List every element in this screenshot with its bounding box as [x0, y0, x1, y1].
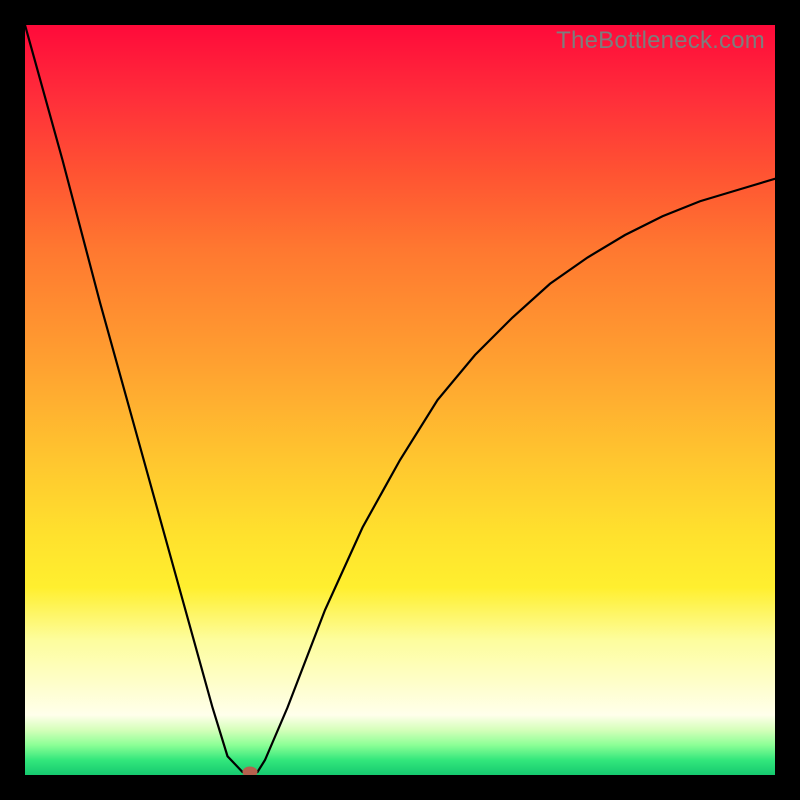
curve-path — [25, 25, 775, 772]
marker-dot — [243, 767, 257, 775]
plot-area: TheBottleneck.com — [25, 25, 775, 775]
chart-svg — [25, 25, 775, 775]
chart-frame: TheBottleneck.com — [0, 0, 800, 800]
